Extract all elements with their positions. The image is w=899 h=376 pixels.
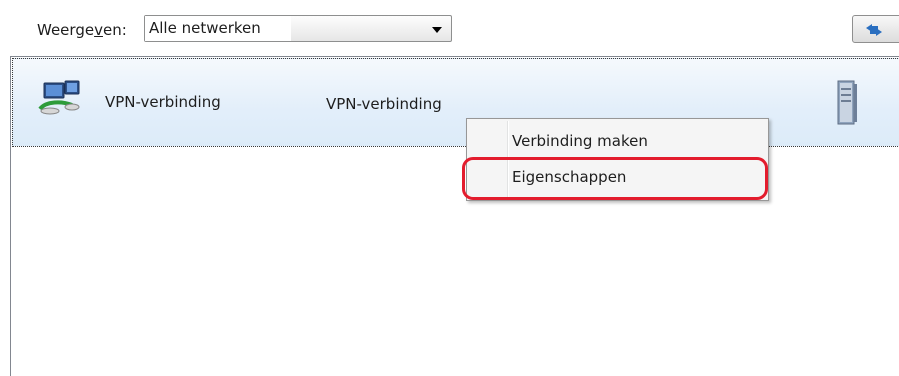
filter-label-prefix: Weerge xyxy=(37,21,95,39)
refresh-icon xyxy=(866,24,882,36)
vpn-connection-name: VPN-verbinding xyxy=(105,93,221,111)
server-icon xyxy=(837,80,857,125)
network-filter-dropdown[interactable]: Alle netwerken xyxy=(144,15,452,42)
network-computer-icon xyxy=(38,80,80,115)
network-filter-value: Alle netwerken xyxy=(145,16,291,41)
filter-label: Weergeven: xyxy=(37,21,127,39)
filter-label-accelerator: v xyxy=(94,21,103,39)
filter-label-suffix: en: xyxy=(102,21,127,39)
vpn-connection-type: VPN-verbinding xyxy=(326,95,442,113)
dropdown-arrow-icon[interactable] xyxy=(432,27,442,33)
refresh-button[interactable] xyxy=(852,15,899,43)
highlight-annotation xyxy=(462,157,768,200)
menu-item-connect[interactable]: Verbinding maken xyxy=(512,127,648,155)
